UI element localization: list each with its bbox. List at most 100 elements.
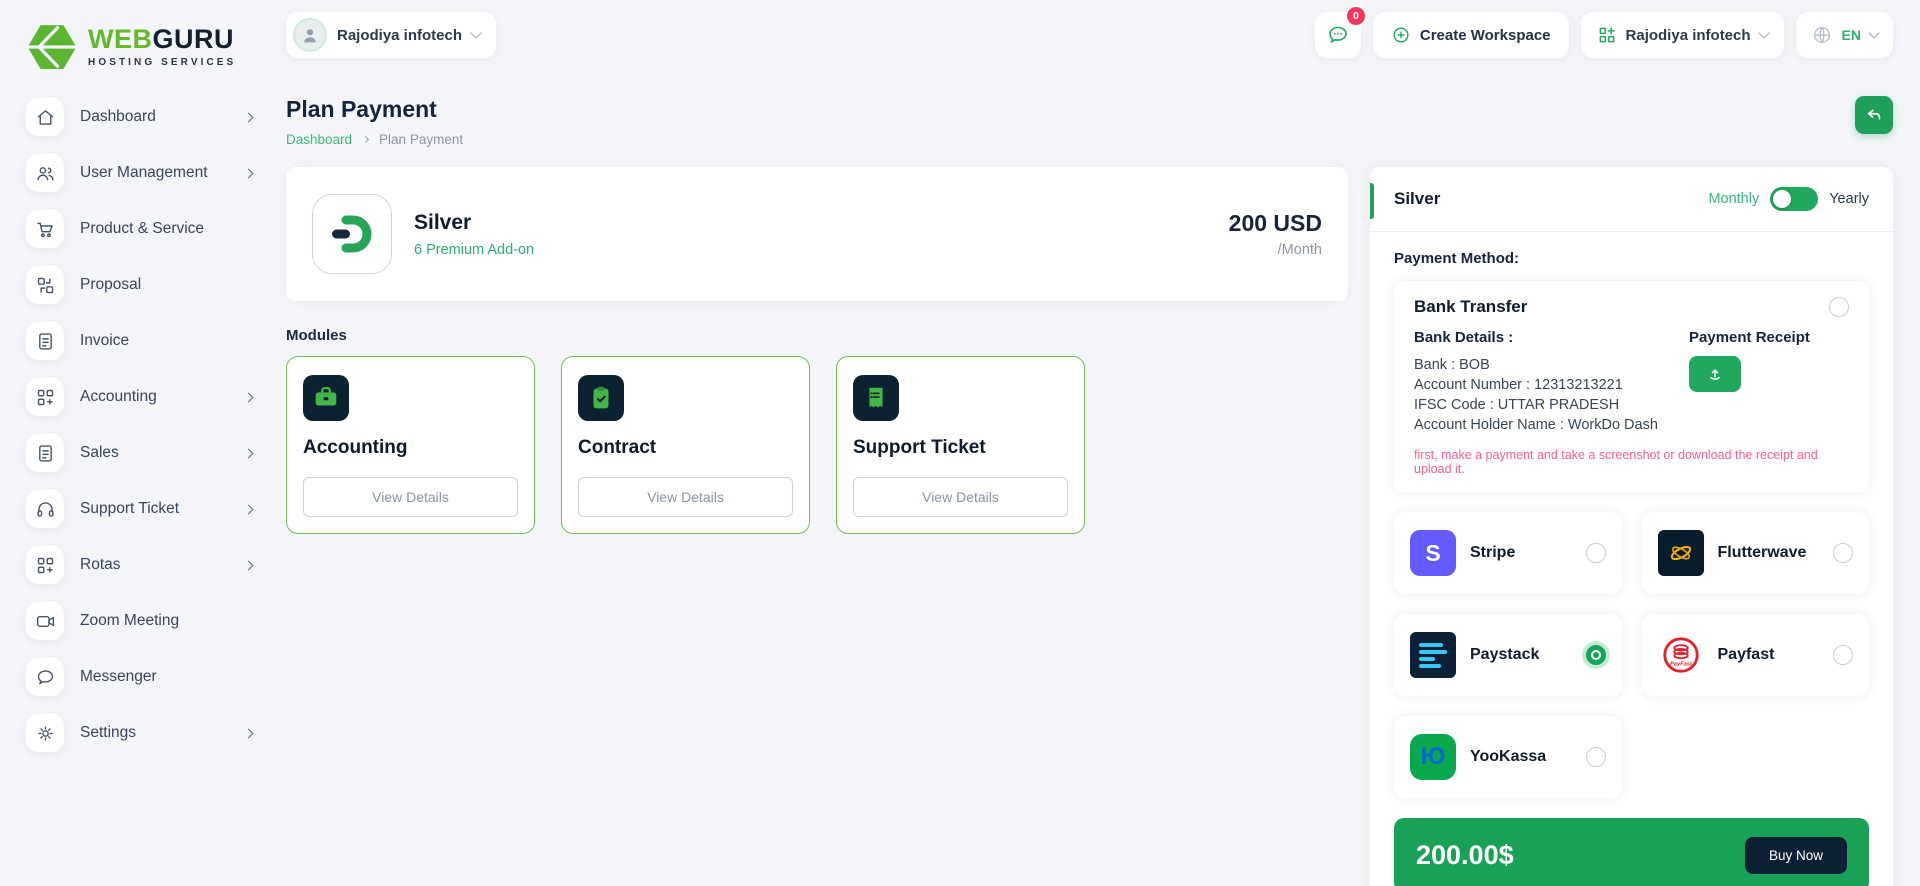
language-code: EN — [1842, 27, 1861, 43]
bank-transfer-card: Bank Transfer Bank Details : Bank : BOB … — [1394, 281, 1869, 492]
back-button[interactable] — [1855, 96, 1893, 134]
sidebar-item-label: Rotas — [80, 556, 245, 574]
premium-addon-link[interactable]: 6 Premium Add-on — [414, 242, 534, 258]
payfast-radio[interactable] — [1833, 645, 1853, 665]
flutterwave-radio[interactable] — [1833, 543, 1853, 563]
sidebar-item-label: Proposal — [80, 276, 258, 294]
bank-transfer-note: first, make a payment and take a screens… — [1414, 448, 1849, 476]
sidebar-item-user-management[interactable]: User Management — [26, 150, 258, 196]
sidebar-item-label: Accounting — [80, 388, 245, 406]
workspace-selector[interactable]: Rajodiya infotech — [286, 12, 496, 58]
breadcrumb: Dashboard Plan Payment — [286, 132, 463, 147]
breadcrumb-dashboard-link[interactable]: Dashboard — [286, 132, 352, 147]
billing-period-toggle[interactable] — [1770, 187, 1818, 211]
chevron-right-icon — [244, 168, 254, 178]
create-workspace-label: Create Workspace — [1420, 27, 1551, 44]
clipboard-check-icon — [578, 375, 624, 421]
sidebar-item-label: Product & Service — [80, 220, 258, 238]
chevron-down-icon — [1868, 27, 1879, 38]
workspace-grid-icon — [1597, 25, 1617, 45]
chevron-right-icon — [244, 448, 254, 458]
brand-name: WEBGURU — [88, 26, 236, 53]
sidebar-item-label: Sales — [80, 444, 245, 462]
workspace-selector-label: Rajodiya infotech — [337, 27, 462, 44]
plan-name: Silver — [414, 211, 534, 235]
brand-tagline: HOSTING SERVICES — [88, 57, 236, 68]
bank-name-line: Bank : BOB — [1414, 355, 1689, 375]
sidebar-item-proposal[interactable]: Proposal — [26, 262, 258, 308]
module-card-accounting: Accounting View Details — [286, 356, 535, 534]
sidebar-item-invoice[interactable]: Invoice — [26, 318, 258, 364]
chevron-down-icon — [470, 27, 481, 38]
view-details-button[interactable]: View Details — [853, 477, 1068, 517]
provider-tile-payfast[interactable]: PayFast Payfast — [1642, 614, 1870, 696]
sidebar-item-label: Settings — [80, 724, 245, 742]
sidebar-item-label: Dashboard — [80, 108, 245, 126]
paystack-radio[interactable] — [1586, 645, 1606, 665]
provider-tiles: S Stripe Flutterwave — [1394, 512, 1869, 798]
buy-now-button[interactable]: Buy Now — [1745, 837, 1847, 874]
chevron-right-icon — [244, 728, 254, 738]
workflow-icon — [26, 266, 64, 304]
headset-icon — [26, 490, 64, 528]
chevron-down-icon — [1758, 27, 1769, 38]
module-name: Accounting — [303, 437, 518, 459]
provider-name: Flutterwave — [1718, 544, 1807, 562]
sidebar-item-dashboard[interactable]: Dashboard — [26, 94, 258, 140]
sidebar-item-settings[interactable]: Settings — [26, 710, 258, 756]
users-icon — [26, 154, 64, 192]
content-row: Silver 6 Premium Add-on 200 USD /Month M… — [286, 167, 1893, 886]
main-area: Rajodiya infotech 0 Create Workspace Raj… — [278, 0, 1920, 886]
payment-receipt-heading: Payment Receipt — [1689, 329, 1849, 346]
page-header: Plan Payment Dashboard Plan Payment — [286, 96, 1893, 147]
breadcrumb-current: Plan Payment — [379, 132, 463, 147]
payment-panel: Silver Monthly Yearly Payment Method: Ba… — [1370, 167, 1893, 886]
topbar: Rajodiya infotech 0 Create Workspace Raj… — [286, 12, 1893, 58]
stripe-radio[interactable] — [1586, 543, 1606, 563]
sidebar-item-product-service[interactable]: Product & Service — [26, 206, 258, 252]
billing-toggle-group: Monthly Yearly — [1708, 187, 1869, 211]
account-number-line: Account Number : 12313213221 — [1414, 375, 1689, 395]
messages-badge: 0 — [1347, 7, 1365, 25]
provider-tile-paystack[interactable]: Paystack — [1394, 614, 1622, 696]
sidebar-item-sales[interactable]: Sales — [26, 430, 258, 476]
provider-name: Paystack — [1470, 646, 1539, 664]
avatar — [293, 18, 327, 52]
provider-tile-flutterwave[interactable]: Flutterwave — [1642, 512, 1870, 594]
grid-plus-icon — [26, 546, 64, 584]
home-icon — [26, 98, 64, 136]
bank-transfer-radio[interactable] — [1829, 297, 1849, 317]
module-card-support-ticket: Support Ticket View Details — [836, 356, 1085, 534]
sidebar-item-support-ticket[interactable]: Support Ticket — [26, 486, 258, 532]
language-selector[interactable]: EN — [1796, 12, 1893, 58]
view-details-button[interactable]: View Details — [578, 477, 793, 517]
chat-bubble-icon — [1326, 23, 1350, 47]
total-price: 200.00$ — [1416, 840, 1514, 871]
module-name: Support Ticket — [853, 437, 1068, 459]
upload-icon — [1706, 365, 1724, 383]
company-selector-label: Rajodiya infotech — [1626, 27, 1751, 44]
sidebar-item-rotas[interactable]: Rotas — [26, 542, 258, 588]
panel-header: Silver Monthly Yearly — [1370, 167, 1893, 231]
plan-logo-icon — [312, 194, 392, 274]
sidebar-item-messenger[interactable]: Messenger — [26, 654, 258, 700]
messages-button[interactable]: 0 — [1315, 12, 1361, 58]
page-title: Plan Payment — [286, 96, 463, 123]
grid-plus-icon — [26, 378, 64, 416]
yookassa-logo-icon: Ю — [1410, 734, 1456, 780]
company-selector[interactable]: Rajodiya infotech — [1581, 12, 1784, 58]
svg-text:PayFast: PayFast — [1670, 662, 1693, 668]
plan-period: /Month — [1229, 242, 1322, 258]
yookassa-radio[interactable] — [1586, 747, 1606, 767]
view-details-button[interactable]: View Details — [303, 477, 518, 517]
provider-tile-yookassa[interactable]: Ю YooKassa — [1394, 716, 1622, 798]
webguru-logo-icon — [26, 19, 78, 75]
upload-receipt-button[interactable] — [1689, 356, 1741, 392]
provider-tile-stripe[interactable]: S Stripe — [1394, 512, 1622, 594]
video-camera-icon — [26, 602, 64, 640]
sidebar-item-zoom-meeting[interactable]: Zoom Meeting — [26, 598, 258, 644]
chevron-right-icon — [244, 504, 254, 514]
sidebar-item-accounting[interactable]: Accounting — [26, 374, 258, 420]
create-workspace-button[interactable]: Create Workspace — [1373, 12, 1569, 58]
provider-name: Stripe — [1470, 544, 1515, 562]
